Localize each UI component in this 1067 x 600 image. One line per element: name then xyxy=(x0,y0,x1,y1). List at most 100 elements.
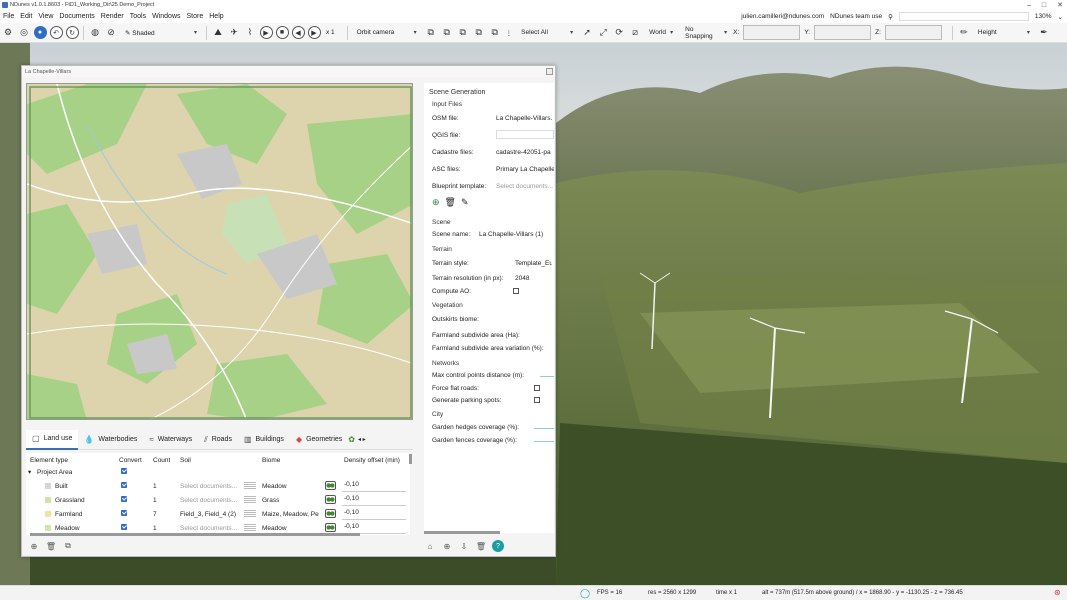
duplicate-icon[interactable]: ⧉ xyxy=(62,540,74,552)
search-input[interactable] xyxy=(898,12,1029,21)
globe-icon[interactable]: ◍ xyxy=(89,26,102,39)
col-convert[interactable]: Convert xyxy=(119,457,142,464)
biome-select[interactable]: Meadow xyxy=(262,525,287,532)
tab-geometries[interactable]: ◆ Geometries xyxy=(290,430,348,450)
generate-scene-icon[interactable]: ⌂ xyxy=(424,540,436,552)
soil-picker-icon[interactable] xyxy=(244,482,256,489)
brush-settings-icon[interactable]: ✒ xyxy=(1037,26,1050,39)
maximize-icon[interactable]: □ xyxy=(1042,2,1046,9)
trash-icon[interactable]: 🗑 xyxy=(45,540,57,552)
more-icon[interactable]: ⋮ xyxy=(506,29,513,37)
biome-select[interactable]: Maize, Meadow, Pe xyxy=(262,511,322,518)
convert-checkbox[interactable] xyxy=(121,468,127,476)
scale-icon[interactable]: ⤢ xyxy=(597,26,610,39)
convert-checkbox[interactable] xyxy=(121,496,127,504)
notification-icon[interactable]: ⊛ xyxy=(1054,588,1061,597)
tab-waterways[interactable]: ≈ Waterways xyxy=(143,430,198,450)
biome-select[interactable]: Grass xyxy=(262,497,279,504)
osm-file-field[interactable]: La Chapelle-Villars. xyxy=(496,115,554,122)
selection-dropdown[interactable]: Select All ▾ xyxy=(518,26,576,39)
z-coordinate-input[interactable] xyxy=(884,25,942,40)
soil-select[interactable]: Select documents... xyxy=(180,497,237,504)
convert-checkbox[interactable] xyxy=(121,510,127,518)
density-input[interactable]: -0,10 xyxy=(342,523,406,534)
biome-icon[interactable] xyxy=(325,481,336,490)
minimize-icon[interactable]: – xyxy=(1027,2,1031,9)
chevron-down-icon[interactable]: ⌄ xyxy=(1058,13,1063,21)
brush-icon[interactable]: ✏ xyxy=(957,26,970,39)
menu-windows[interactable]: Windows xyxy=(149,13,183,20)
select-cursor-icon[interactable]: ➚ xyxy=(581,26,594,39)
shading-dropdown[interactable]: ✎ Shaded ▾ xyxy=(122,26,200,39)
col-element-type[interactable]: Element type xyxy=(30,457,68,464)
soil-picker-icon[interactable] xyxy=(244,496,256,503)
x-coordinate-input[interactable] xyxy=(743,25,801,40)
play-icon[interactable]: ▶ xyxy=(259,26,273,39)
blueprint-template-field[interactable]: Select documents... xyxy=(496,183,554,190)
terrain-resolution-input[interactable]: 2048 xyxy=(515,275,552,282)
soil-picker-icon[interactable] xyxy=(244,524,256,531)
table-horizontal-scrollbar[interactable] xyxy=(30,533,360,536)
terrain-style-select[interactable]: Template_Eu xyxy=(515,260,552,267)
path-icon[interactable]: ⌇ xyxy=(244,26,257,39)
table-row[interactable]: Farmland 7 Field_3, Field_4 (2) Maize, M… xyxy=(26,507,410,521)
hide-icon[interactable]: ⊘ xyxy=(105,26,118,39)
camera-icon[interactable]: ◎ xyxy=(18,26,31,39)
undo-icon[interactable]: ↶ xyxy=(49,26,63,39)
fences-slider[interactable] xyxy=(534,441,554,442)
menu-store[interactable]: Store xyxy=(184,13,207,20)
cadastre-files-field[interactable]: cadastre-42051-pa xyxy=(496,149,554,156)
tab-waterbodies[interactable]: 💧 Waterbodies xyxy=(78,430,143,450)
camera-next-icon[interactable]: ⧉ xyxy=(472,26,485,39)
y-coordinate-input[interactable] xyxy=(814,25,872,40)
compute-ao-checkbox[interactable] xyxy=(513,288,519,294)
terrain-icon[interactable]: ⛰ xyxy=(212,26,225,39)
camera-add-icon[interactable]: ⧉ xyxy=(424,26,437,39)
panel-close-button[interactable] xyxy=(546,68,553,75)
menu-documents[interactable]: Documents xyxy=(56,13,97,20)
add-layer-icon[interactable]: ⊕ xyxy=(28,540,40,552)
col-density[interactable]: Density offset (min) xyxy=(344,457,400,464)
close-icon[interactable]: ✕ xyxy=(1057,1,1063,9)
snapping-dropdown[interactable]: No Snapping ▾ xyxy=(682,26,730,40)
camera-prev-icon[interactable]: ⧉ xyxy=(456,26,469,39)
table-row-group[interactable]: ▾ Project Area xyxy=(26,465,410,479)
menu-help[interactable]: Help xyxy=(206,13,226,20)
menu-tools[interactable]: Tools xyxy=(127,13,149,20)
menu-render[interactable]: Render xyxy=(98,13,127,20)
asc-files-field[interactable]: Primary La Chapelle xyxy=(496,166,554,173)
biome-icon[interactable] xyxy=(325,523,336,532)
transform-icon[interactable]: ⧄ xyxy=(629,26,642,39)
qgis-file-field[interactable] xyxy=(496,130,554,139)
space-dropdown[interactable]: World ▾ xyxy=(646,26,676,39)
menu-view[interactable]: View xyxy=(35,13,56,20)
density-input[interactable]: -0,10 xyxy=(342,509,406,520)
tab-buildings[interactable]: ▥ Buildings xyxy=(238,430,290,450)
scene-name-input[interactable]: La Chapelle-Villars (1) xyxy=(479,231,554,238)
trash-icon[interactable]: 🗑 xyxy=(445,197,456,208)
add-file-icon[interactable]: ⊕ xyxy=(432,197,440,208)
biome-select[interactable]: Meadow xyxy=(262,483,287,490)
density-input[interactable]: -0,10 xyxy=(342,495,406,506)
help-icon[interactable]: ? xyxy=(492,540,504,552)
soil-picker-icon[interactable] xyxy=(244,510,256,517)
menu-file[interactable]: File xyxy=(0,13,17,20)
zoom-level[interactable]: 130% xyxy=(1035,13,1052,20)
vegetation-icon[interactable]: ✿ xyxy=(348,435,355,444)
record-icon[interactable]: ● xyxy=(33,26,47,39)
table-row[interactable]: Built 1 Select documents... Meadow -0,10 xyxy=(26,479,410,493)
tab-land-use[interactable]: ▢ Land use xyxy=(26,429,79,450)
col-biome[interactable]: Biome xyxy=(262,457,280,464)
camera-dropdown[interactable]: Orbit camera ▾ xyxy=(354,26,420,39)
soil-select[interactable]: Select documents... xyxy=(180,483,237,490)
drone-icon[interactable]: ✈ xyxy=(228,26,241,39)
camera-remove-icon[interactable]: ⧉ xyxy=(440,26,453,39)
biome-icon[interactable] xyxy=(325,509,336,518)
flat-roads-checkbox[interactable] xyxy=(534,385,540,391)
soil-select[interactable]: Field_3, Field_4 (2) xyxy=(180,511,236,518)
density-input[interactable]: -0,10 xyxy=(342,481,406,492)
max-control-slider[interactable] xyxy=(540,376,554,377)
soil-select[interactable]: Select documents... xyxy=(180,525,237,532)
convert-checkbox[interactable] xyxy=(121,482,127,490)
brush-mode-dropdown[interactable]: Height ▾ xyxy=(975,26,1033,39)
